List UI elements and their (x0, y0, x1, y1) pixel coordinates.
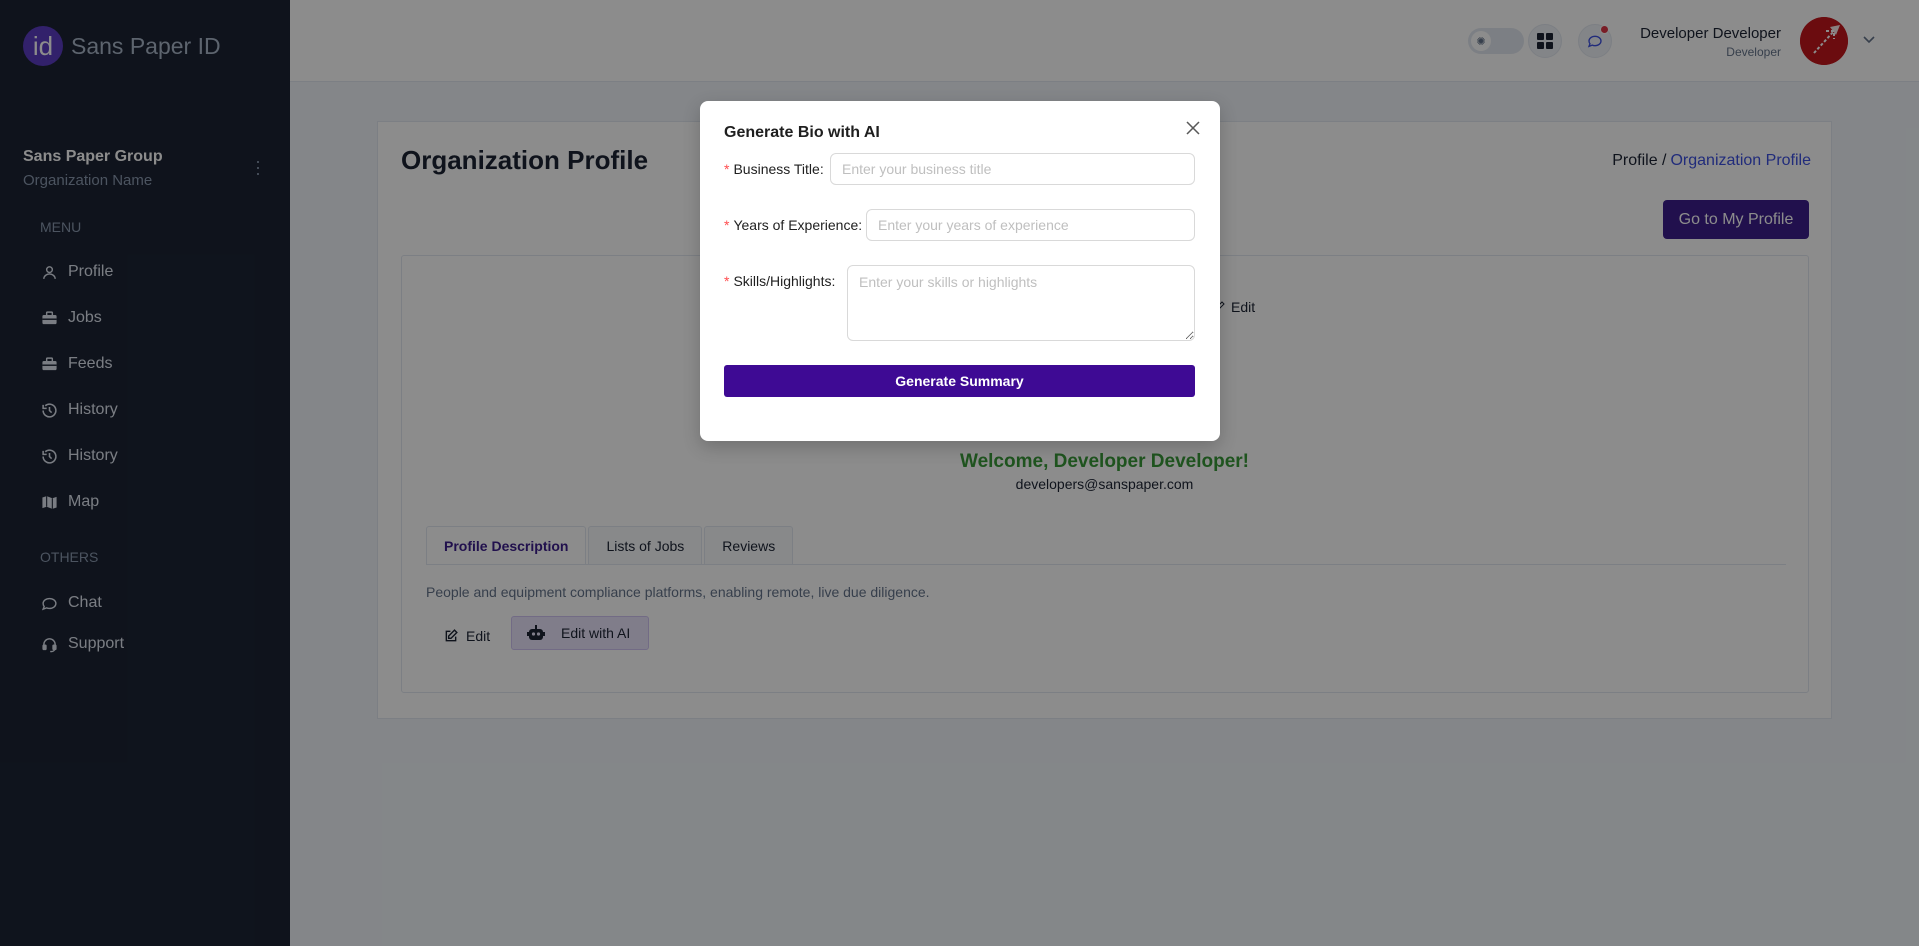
close-icon (1186, 121, 1200, 135)
business-title-input[interactable] (830, 153, 1195, 185)
business-title-label: * Business Title: (724, 161, 824, 177)
modal-title: Generate Bio with AI (724, 124, 880, 141)
generate-summary-button[interactable]: Generate Summary (724, 365, 1195, 397)
skills-highlights-label: * Skills/Highlights: (724, 273, 836, 289)
close-button[interactable] (1184, 119, 1202, 137)
years-of-experience-input[interactable] (866, 209, 1195, 241)
generate-bio-modal: Generate Bio with AI *Business Title: *Y… (700, 101, 1220, 441)
years-of-experience-label: * Years of Experience: (724, 217, 863, 233)
skills-highlights-textarea[interactable] (847, 265, 1195, 341)
